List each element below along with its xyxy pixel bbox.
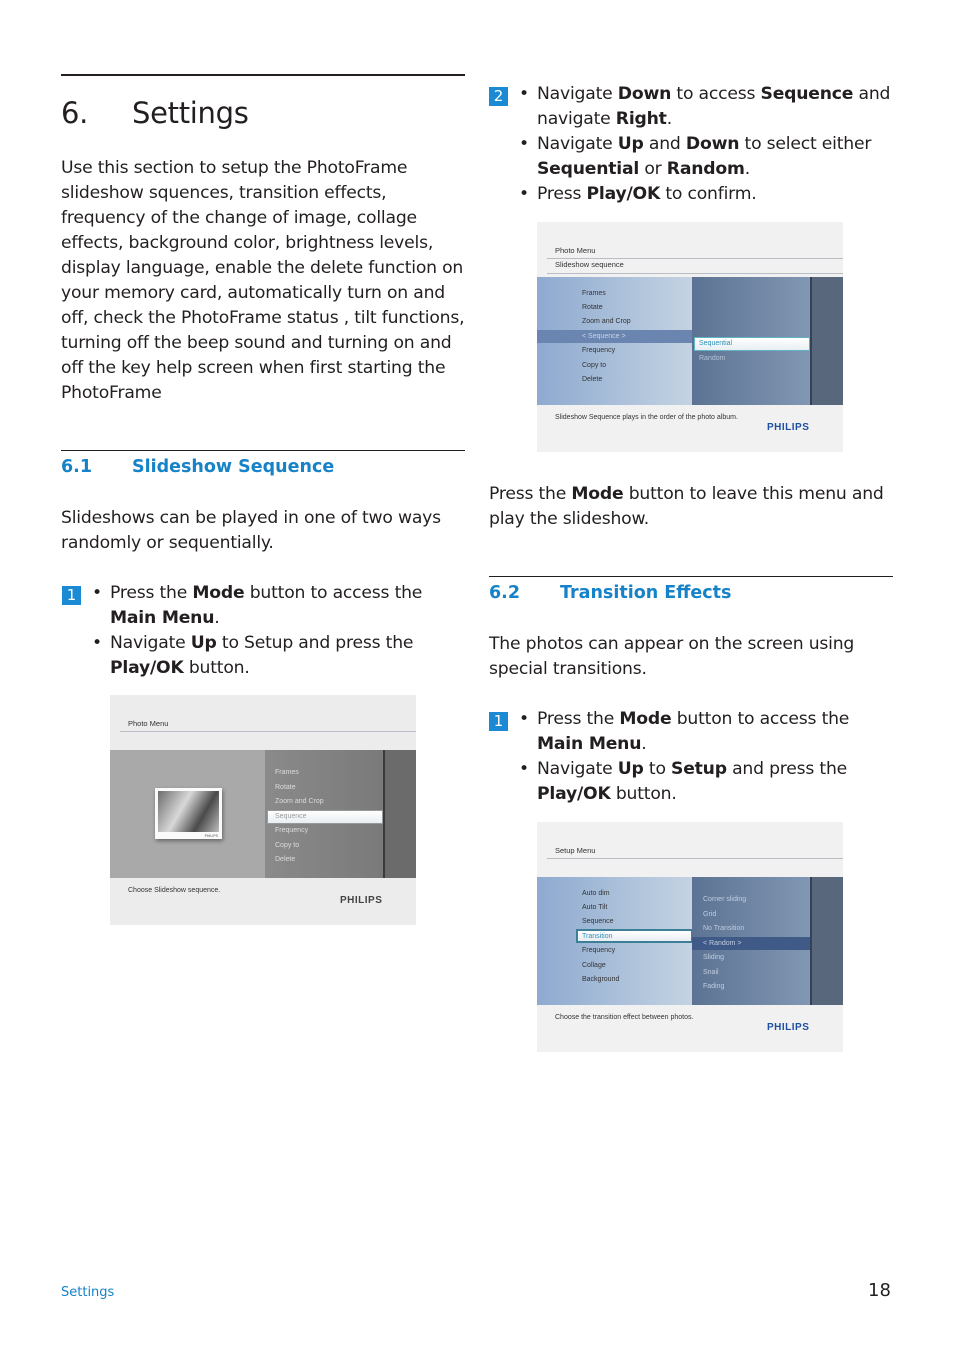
description-line: randomly or sequentially. (61, 533, 274, 553)
chapter-title: Settings (132, 96, 249, 130)
step-bullet: Navigate Up to Setup and press the Play/… (88, 631, 448, 681)
chapter-number: 6. (61, 96, 89, 130)
menu-item[interactable]: Zoom and Crop (275, 798, 324, 805)
menu-item-active[interactable]: < Sequence > (582, 333, 626, 340)
menu-panel: Frames Rotate Zoom and Crop < Sequence >… (537, 277, 692, 405)
option-item[interactable]: Snail (703, 969, 719, 976)
step-badge-1: 1 (489, 712, 508, 731)
photo-menu-screenshot: Photo Menu PHILIPS Frames Rotate Zoom an… (110, 695, 416, 925)
section-title: Slideshow Sequence (132, 457, 335, 477)
menu-band: PHILIPS Frames Rotate Zoom and Crop Sequ… (110, 750, 416, 878)
setup-menu-screenshot: Setup Menu Auto dim Auto Tilt Sequence T… (537, 822, 843, 1052)
section-6-1-heading: 6.1 Slideshow Sequence (61, 457, 334, 477)
closing-paragraph: Press the Mode button to leave this menu… (489, 484, 884, 529)
section-6-2-heading: 6.2 Transition Effects (489, 583, 731, 603)
option-item[interactable]: Corner sliding (703, 896, 746, 903)
screen-subtitle: Slideshow sequence (555, 260, 624, 269)
screen-divider (547, 273, 843, 274)
menu-item[interactable]: Rotate (582, 304, 603, 311)
screen-title: Photo Menu (555, 246, 596, 255)
photo-thumbnail: PHILIPS (155, 788, 222, 839)
step-badge-2: 2 (489, 87, 508, 106)
slideshow-sequence-screenshot: Photo Menu Slideshow sequence Frames Rot… (537, 222, 843, 452)
menu-item[interactable]: Copy to (582, 362, 606, 369)
section-number: 6.2 (489, 583, 521, 603)
thumb-brand: PHILIPS (204, 834, 218, 838)
chapter-heading: 6. Settings (61, 96, 249, 130)
preview-panel: PHILIPS (110, 750, 265, 878)
screen-hint: Choose the transition effect between pho… (555, 1014, 694, 1021)
option-item[interactable]: Fading (703, 983, 724, 990)
option-item[interactable]: No Transition (703, 925, 744, 932)
menu-item-selected[interactable]: Sequence (275, 813, 307, 820)
side-panel (383, 750, 416, 878)
menu-item[interactable]: Frequency (275, 827, 308, 834)
footer-section-label: Settings (61, 1285, 115, 1300)
description-line: The photos can appear on the screen usin… (489, 634, 855, 654)
option-item[interactable]: Random (699, 355, 725, 362)
menu-item[interactable]: Delete (275, 856, 295, 863)
step-bullet: Press the Mode button to access the Main… (515, 707, 875, 757)
photo-image (158, 791, 219, 832)
option-item-active[interactable]: < Random > (703, 940, 742, 947)
menu-item[interactable]: Collage (582, 962, 606, 969)
description-line: special transitions. (489, 659, 647, 679)
step-bullet: Navigate Up and Down to select either Se… (515, 132, 893, 182)
menu-item[interactable]: Frequency (582, 947, 615, 954)
step-1-list: Press the Mode button to access the Main… (515, 707, 875, 807)
options-panel: Sequential Random (692, 277, 810, 405)
menu-item[interactable]: Frames (582, 290, 606, 297)
section-title: Transition Effects (560, 583, 732, 603)
menu-item[interactable]: Zoom and Crop (582, 318, 631, 325)
option-item[interactable]: Grid (703, 911, 716, 918)
screen-divider (120, 731, 416, 732)
section-6-1-description: Slideshows can be played in one of two w… (61, 506, 465, 556)
menu-item[interactable]: Sequence (582, 918, 614, 925)
philips-logo: PHILIPS (340, 895, 383, 906)
screen-divider (547, 258, 843, 259)
menu-item[interactable]: Rotate (275, 784, 296, 791)
menu-band: Frames Rotate Zoom and Crop < Sequence >… (537, 277, 843, 405)
step-1-list: Press the Mode button to access the Main… (88, 581, 448, 681)
step-badge-1: 1 (62, 586, 81, 605)
screen-title: Setup Menu (555, 846, 596, 855)
step-bullet: Navigate Up to Setup and press the Play/… (515, 757, 875, 807)
menu-item[interactable]: Copy to (275, 842, 299, 849)
menu-band: Auto dim Auto Tilt Sequence Transition F… (537, 877, 843, 1005)
screen-hint: Slideshow Sequence plays in the order of… (555, 414, 738, 421)
menu-item[interactable]: Background (582, 976, 619, 983)
menu-item[interactable]: Auto Tilt (582, 904, 607, 911)
section-6-2-rule (489, 576, 893, 577)
screen-hint: Choose Slideshow sequence. (128, 887, 221, 894)
menu-item-selected[interactable]: Transition (582, 933, 612, 940)
menu-item[interactable]: Frames (275, 769, 299, 776)
options-panel: Corner sliding Grid No Transition < Rand… (692, 877, 810, 1005)
description-line: Slideshows can be played in one of two w… (61, 508, 441, 528)
side-panel (810, 277, 843, 405)
menu-panel: Auto dim Auto Tilt Sequence Transition F… (537, 877, 693, 1005)
menu-item[interactable]: Delete (582, 376, 602, 383)
section-number: 6.1 (61, 457, 93, 477)
page-number: 18 (868, 1280, 891, 1301)
intro-paragraph: Use this section to setup the PhotoFrame… (61, 158, 465, 403)
menu-item[interactable]: Auto dim (582, 890, 610, 897)
step-2-list: Navigate Down to access Sequence and nav… (515, 82, 893, 207)
screen-divider (547, 858, 843, 859)
step-bullet: Press the Mode button to access the Main… (88, 581, 448, 631)
philips-logo: PHILIPS (767, 1022, 810, 1033)
screen-title: Photo Menu (128, 719, 169, 728)
section-6-1-rule (61, 450, 465, 451)
step-bullet: Press Play/OK to confirm. (515, 182, 893, 207)
step-bullet: Navigate Down to access Sequence and nav… (515, 82, 893, 132)
menu-panel: Frames Rotate Zoom and Crop Sequence Fre… (265, 750, 383, 878)
section-6-2-description: The photos can appear on the screen usin… (489, 632, 893, 682)
side-panel (810, 877, 843, 1005)
option-item-selected[interactable]: Sequential (699, 340, 732, 347)
chapter-rule (61, 74, 465, 76)
menu-item[interactable]: Frequency (582, 347, 615, 354)
option-item[interactable]: Sliding (703, 954, 724, 961)
philips-logo: PHILIPS (767, 422, 810, 433)
